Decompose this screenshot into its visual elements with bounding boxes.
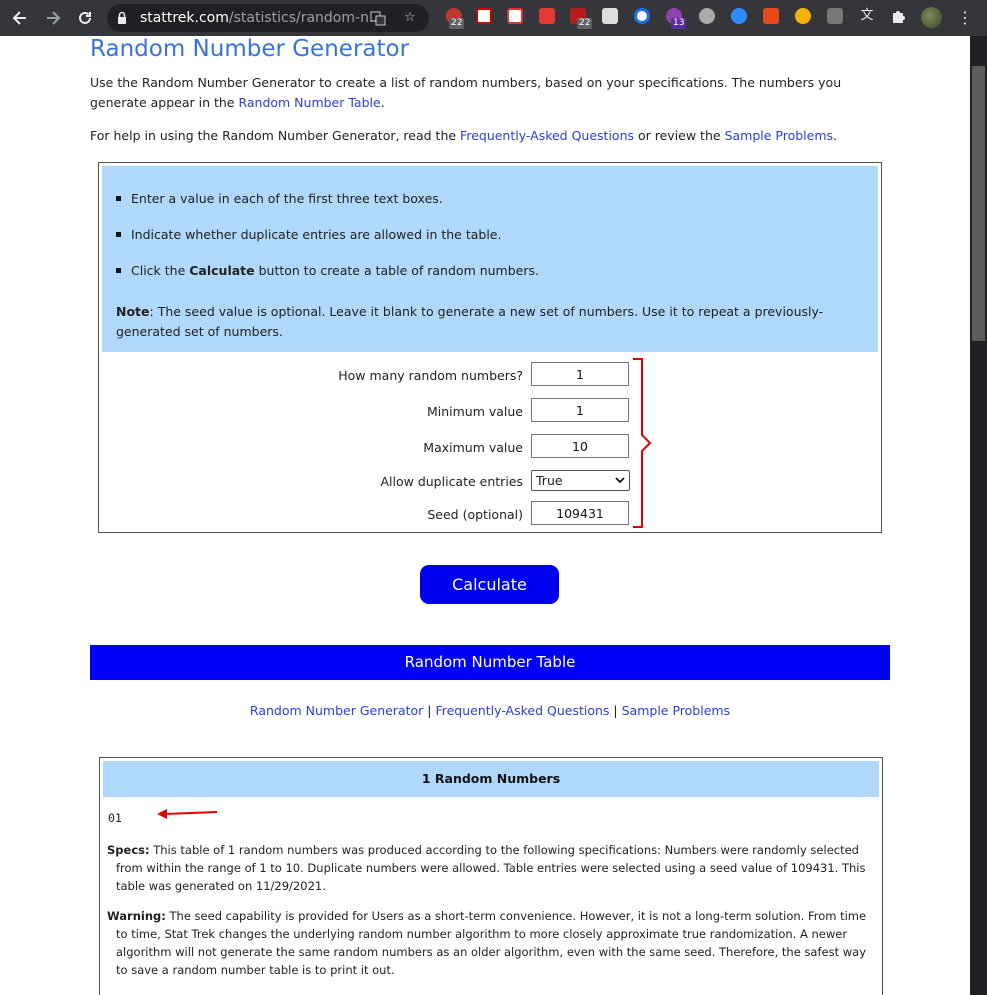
extension-icon[interactable] bbox=[795, 8, 811, 24]
seed-label: Seed (optional) bbox=[427, 507, 523, 522]
back-arrow-icon[interactable] bbox=[10, 8, 30, 28]
nav-faq-link[interactable]: Frequently-Asked Questions bbox=[435, 703, 609, 718]
results-panel: 1 Random Numbers 01 Specs: This table of… bbox=[99, 757, 883, 995]
warning-text: Warning: The seed capability is provided… bbox=[107, 909, 867, 977]
instruction-item: Click the Calculate button to create a t… bbox=[116, 263, 539, 278]
window-icon[interactable] bbox=[602, 8, 618, 24]
address-bar[interactable]: stattrek.com/statistics/random-n... ☆ bbox=[107, 4, 429, 32]
faq-link[interactable]: Frequently-Asked Questions bbox=[460, 128, 634, 143]
specs-text: Specs: This table of 1 random numbers wa… bbox=[107, 843, 866, 893]
duplicates-label: Allow duplicate entries bbox=[380, 474, 523, 489]
instructions-panel: Enter a value in each of the first three… bbox=[102, 166, 878, 352]
puzzle-icon[interactable] bbox=[890, 8, 906, 24]
sample-problems-link[interactable]: Sample Problems bbox=[725, 128, 833, 143]
extension-badge: 22 bbox=[449, 18, 465, 29]
pocket-icon[interactable] bbox=[476, 8, 492, 24]
instruction-item: Indicate whether duplicate entries are a… bbox=[116, 227, 501, 242]
extension-badge: 13 bbox=[671, 18, 687, 29]
calculate-button[interactable]: Calculate bbox=[420, 565, 559, 604]
translate-icon[interactable] bbox=[370, 10, 386, 26]
random-number-table-link[interactable]: Random Number Table bbox=[238, 95, 380, 110]
play-icon[interactable] bbox=[634, 8, 650, 24]
bookmark-star-icon[interactable]: ☆ bbox=[402, 10, 418, 26]
random-number-table-banner: Random Number Table bbox=[90, 645, 890, 680]
seed-input[interactable]: 109431 bbox=[531, 501, 629, 525]
count-input[interactable]: 1 bbox=[531, 362, 629, 386]
forward-arrow-icon[interactable] bbox=[43, 8, 63, 28]
results-heading: 1 Random Numbers bbox=[103, 761, 879, 797]
duplicates-select[interactable]: True bbox=[531, 470, 630, 491]
section-nav: Random Number Generator | Frequently-Ask… bbox=[249, 703, 731, 718]
url-text: stattrek.com/statistics/random-n... bbox=[140, 10, 383, 26]
min-label: Minimum value bbox=[426, 404, 523, 419]
max-label: Maximum value bbox=[423, 440, 523, 455]
max-input[interactable]: 10 bbox=[531, 434, 629, 458]
reload-icon[interactable] bbox=[75, 8, 95, 28]
help-paragraph: For help in using the Random Number Gene… bbox=[90, 128, 838, 143]
nav-sample-problems-link[interactable]: Sample Problems bbox=[622, 703, 730, 718]
intro-paragraph: Use the Random Number Generator to creat… bbox=[90, 75, 842, 110]
menu-dots-icon[interactable]: ⋮ bbox=[957, 8, 973, 28]
generator-form-panel: Enter a value in each of the first three… bbox=[98, 162, 882, 533]
avatar[interactable] bbox=[921, 7, 942, 28]
extension-icon[interactable] bbox=[763, 8, 779, 24]
text-icon[interactable]: 文 bbox=[859, 8, 875, 24]
extension-badge: 22 bbox=[577, 18, 593, 29]
annotation-arrow bbox=[157, 809, 218, 819]
lock-icon bbox=[117, 10, 127, 24]
scrollbar-thumb[interactable] bbox=[972, 66, 985, 341]
extension-icon[interactable] bbox=[699, 8, 715, 24]
extension-icon[interactable] bbox=[827, 8, 843, 24]
nav-generator-link[interactable]: Random Number Generator bbox=[250, 703, 423, 718]
instruction-item: Enter a value in each of the first three… bbox=[116, 191, 443, 206]
chevron-down-icon bbox=[615, 471, 625, 496]
annotation-bracket bbox=[633, 358, 652, 528]
browser-toolbar: stattrek.com/statistics/random-n... ☆ 22… bbox=[0, 0, 987, 36]
page-title: Random Number Generator bbox=[90, 36, 410, 62]
random-number-value: 01 bbox=[108, 811, 122, 825]
page-content: Random Number Generator Use the Random N… bbox=[0, 36, 970, 995]
fast-forward-icon[interactable] bbox=[539, 8, 555, 24]
seed-note: Note: The seed value is optional. Leave … bbox=[116, 304, 824, 339]
count-label: How many random numbers? bbox=[338, 368, 523, 383]
calendar-icon[interactable] bbox=[507, 8, 523, 24]
min-input[interactable]: 1 bbox=[531, 398, 629, 422]
search-icon[interactable] bbox=[731, 8, 747, 24]
